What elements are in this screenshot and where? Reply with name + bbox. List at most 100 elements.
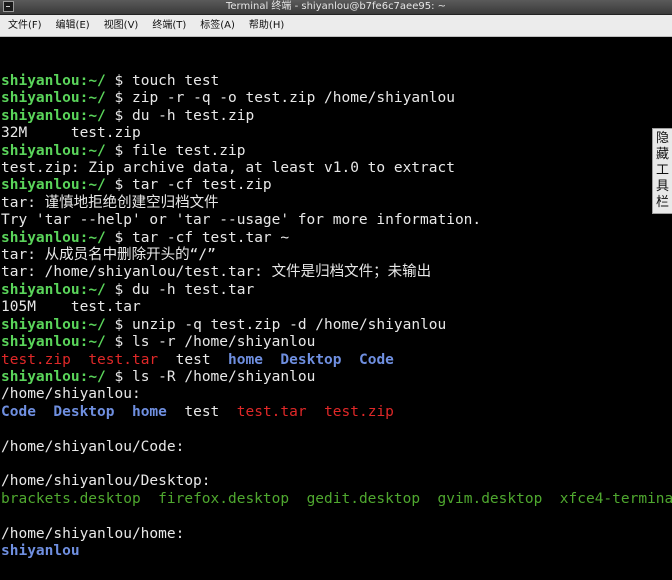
output-text: /home/shiyanlou/Desktop: bbox=[1, 473, 211, 490]
command-text: unzip -q test.zip -d /home/shiyanlou bbox=[131, 316, 447, 333]
toolbar-label-char: 工 bbox=[655, 163, 669, 178]
prompt-symbol: $ bbox=[114, 142, 124, 159]
prompt-user: shiyanlou: bbox=[1, 177, 89, 194]
output-line: /home/shiyanlou: bbox=[1, 386, 672, 403]
prompt-user: shiyanlou: bbox=[1, 281, 89, 298]
output-text: /home/shiyanlou/Code: bbox=[1, 438, 185, 455]
file-entry: gvim.desktop bbox=[437, 490, 543, 507]
toolbar-label-char: 栏 bbox=[655, 195, 669, 210]
prompt-path: ~/ bbox=[88, 73, 106, 89]
command-line: shiyanlou:~/ $ tar -cf test.tar ~ bbox=[1, 230, 672, 247]
prompt-user: shiyanlou: bbox=[1, 229, 89, 246]
output-text: /home/shiyanlou: bbox=[1, 386, 141, 403]
prompt-path: ~/ bbox=[88, 90, 106, 107]
command-line: shiyanlou:~/ $ tar -cf test.zip bbox=[1, 177, 672, 194]
output-text: Try 'tar --help' or 'tar --usage' for mo… bbox=[1, 212, 482, 229]
menu-item-2[interactable]: 视图(V) bbox=[104, 15, 139, 36]
output-line: 105M test.tar bbox=[1, 299, 672, 316]
command-line: shiyanlou:~/ $ unzip -q test.zip -d /hom… bbox=[1, 317, 672, 334]
menu-item-3[interactable]: 终端(T) bbox=[152, 15, 186, 36]
ls-output-line: Code Desktop home test test.tar test.zip bbox=[1, 404, 672, 421]
command-line: shiyanlou:~/ $ touch test bbox=[1, 73, 672, 90]
ls-output-line: shiyanlou bbox=[1, 543, 672, 560]
terminal-output[interactable]: shiyanlou:~/ $ touch test shiyanlou:~/ $ … bbox=[1, 73, 672, 573]
menu-item-5[interactable]: 帮助(H) bbox=[249, 15, 284, 36]
command-line: shiyanlou:~/ $ zip -r -q -o test.zip /ho… bbox=[1, 90, 672, 107]
prompt-user: shiyanlou: bbox=[1, 368, 89, 385]
command-text: tar -cf test.tar ~ bbox=[131, 229, 290, 246]
prompt-symbol: $ bbox=[114, 368, 124, 385]
output-line: /home/shiyanlou/home: bbox=[1, 526, 672, 543]
window-title: Terminal 终端 - shiyanlou@b7fe6c7aee95: ~ bbox=[225, 1, 447, 12]
prompt-symbol: $ bbox=[114, 334, 124, 351]
output-line: /home/shiyanlou/Desktop: bbox=[1, 473, 672, 490]
prompt-path: ~/ bbox=[88, 316, 106, 333]
prompt-path: ~/ bbox=[88, 368, 106, 385]
command-line: shiyanlou:~/ $ file test.zip bbox=[1, 143, 672, 160]
ls-output-line: brackets.desktop firefox.desktop gedit.d… bbox=[1, 491, 672, 508]
output-line: /home/shiyanlou/Code: bbox=[1, 439, 672, 456]
file-entry: home bbox=[228, 351, 263, 368]
menu-item-0[interactable]: 文件(F) bbox=[8, 15, 42, 36]
file-entry: Desktop bbox=[280, 351, 342, 368]
command-text: du -h test.zip bbox=[131, 107, 255, 124]
command-text: ls -r /home/shiyanlou bbox=[131, 334, 316, 351]
prompt-user: shiyanlou: bbox=[1, 90, 89, 107]
output-text: 105M test.tar bbox=[1, 299, 141, 316]
command-line: shiyanlou:~/ $ ls -R /home/shiyanlou bbox=[1, 369, 672, 386]
toolbar-label-char: 藏 bbox=[655, 147, 669, 162]
prompt-path: ~/ bbox=[88, 177, 106, 194]
title-bar[interactable]: Terminal 终端 - shiyanlou@b7fe6c7aee95: ~ bbox=[0, 0, 672, 15]
command-text: tar -cf test.zip bbox=[131, 177, 272, 194]
output-text: 32M test.zip bbox=[1, 125, 141, 142]
prompt-path: ~/ bbox=[88, 229, 106, 246]
command-text: zip -r -q -o test.zip /home/shiyanlou bbox=[131, 90, 455, 107]
command-line: shiyanlou:~/ $ du -h test.tar bbox=[1, 282, 672, 299]
file-entry: home bbox=[131, 403, 167, 420]
hide-toolbar-button[interactable]: 隐藏工具栏 bbox=[652, 128, 672, 214]
file-entry: gedit.desktop bbox=[306, 490, 421, 507]
output-line: test.zip: Zip archive data, at least v1.… bbox=[1, 160, 672, 177]
prompt-user: shiyanlou: bbox=[1, 142, 89, 159]
file-entry: test bbox=[175, 351, 211, 368]
file-entry: firefox.desktop bbox=[158, 490, 290, 507]
prompt-user: shiyanlou: bbox=[1, 73, 89, 89]
file-entry: Code bbox=[358, 351, 394, 368]
file-entry: shiyanlou bbox=[1, 542, 80, 559]
prompt-path: ~/ bbox=[88, 107, 106, 124]
file-entry: test.tar bbox=[236, 403, 307, 420]
menu-item-1[interactable]: 编辑(E) bbox=[56, 15, 90, 36]
prompt-symbol: $ bbox=[114, 281, 124, 298]
prompt-path: ~/ bbox=[88, 334, 106, 351]
prompt-path: ~/ bbox=[88, 142, 106, 159]
file-entry: xfce4-terminal bbox=[559, 490, 672, 507]
file-entry: Code bbox=[1, 403, 36, 420]
output-text: /home/shiyanlou/home: bbox=[1, 525, 185, 542]
prompt-path: ~/ bbox=[88, 281, 106, 298]
toolbar-label-char: 隐 bbox=[655, 131, 669, 146]
prompt-symbol: $ bbox=[114, 229, 124, 246]
output-line: Try 'tar --help' or 'tar --usage' for mo… bbox=[1, 212, 672, 229]
output-line: tar: /home/shiyanlou/test.tar: 文件是归档文件；未… bbox=[1, 264, 672, 281]
output-text: tar: /home/shiyanlou/test.tar: 文件是归档文件；未… bbox=[1, 264, 432, 281]
file-entry: test.tar bbox=[88, 351, 159, 368]
prompt-user: shiyanlou: bbox=[1, 107, 89, 124]
menu-item-4[interactable]: 标签(A) bbox=[200, 15, 235, 36]
command-text: ls -R /home/shiyanlou bbox=[131, 368, 316, 385]
file-entry: test.zip bbox=[324, 403, 394, 420]
output-text: test.zip: Zip archive data, at least v1.… bbox=[1, 160, 455, 177]
ls-output-line: test.zip test.tar test home Desktop Code bbox=[1, 352, 672, 369]
output-text: tar: 从成员名中删除开头的“/” bbox=[1, 247, 216, 264]
menu-bar: 文件(F) 编辑(E) 视图(V) 终端(T) 标签(A) 帮助(H) bbox=[0, 15, 672, 37]
file-entry: test.zip bbox=[1, 351, 71, 368]
output-line: tar: 谨慎地拒绝创建空归档文件 bbox=[1, 195, 672, 212]
command-text: du -h test.tar bbox=[131, 281, 255, 298]
file-entry: Desktop bbox=[53, 403, 115, 420]
command-text: file test.zip bbox=[131, 142, 246, 159]
prompt-user: shiyanlou: bbox=[1, 334, 89, 351]
prompt-symbol: $ bbox=[114, 177, 124, 194]
output-text: tar: 谨慎地拒绝创建空归档文件 bbox=[1, 194, 219, 211]
prompt-symbol: $ bbox=[114, 316, 124, 333]
